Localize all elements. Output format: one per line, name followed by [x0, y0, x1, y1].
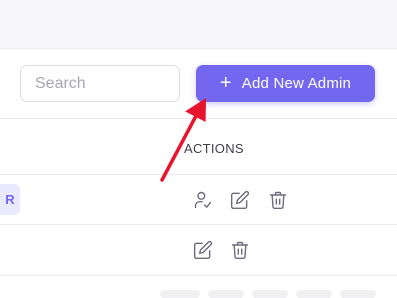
search-input[interactable] [20, 65, 180, 102]
row-divider [0, 224, 397, 225]
edit-icon[interactable] [192, 239, 214, 261]
row-divider [0, 275, 397, 276]
header-divider [0, 174, 397, 175]
pagination-button[interactable] [252, 290, 288, 298]
add-new-admin-button[interactable]: + Add New Admin [196, 65, 375, 102]
top-bar [0, 0, 397, 49]
edit-icon[interactable] [229, 189, 251, 211]
pagination-button[interactable] [296, 290, 332, 298]
trash-icon[interactable] [229, 239, 251, 261]
add-new-admin-label: Add New Admin [241, 75, 352, 92]
column-header-actions: ACTIONS [184, 141, 244, 156]
pagination-button[interactable] [340, 290, 376, 298]
pagination-button[interactable] [160, 290, 200, 298]
table-top-divider [0, 118, 397, 119]
role-badge: R [0, 184, 20, 215]
plus-icon: + [219, 71, 232, 94]
pagination-button[interactable] [208, 290, 244, 298]
user-check-icon[interactable] [192, 189, 214, 211]
trash-icon[interactable] [267, 189, 289, 211]
